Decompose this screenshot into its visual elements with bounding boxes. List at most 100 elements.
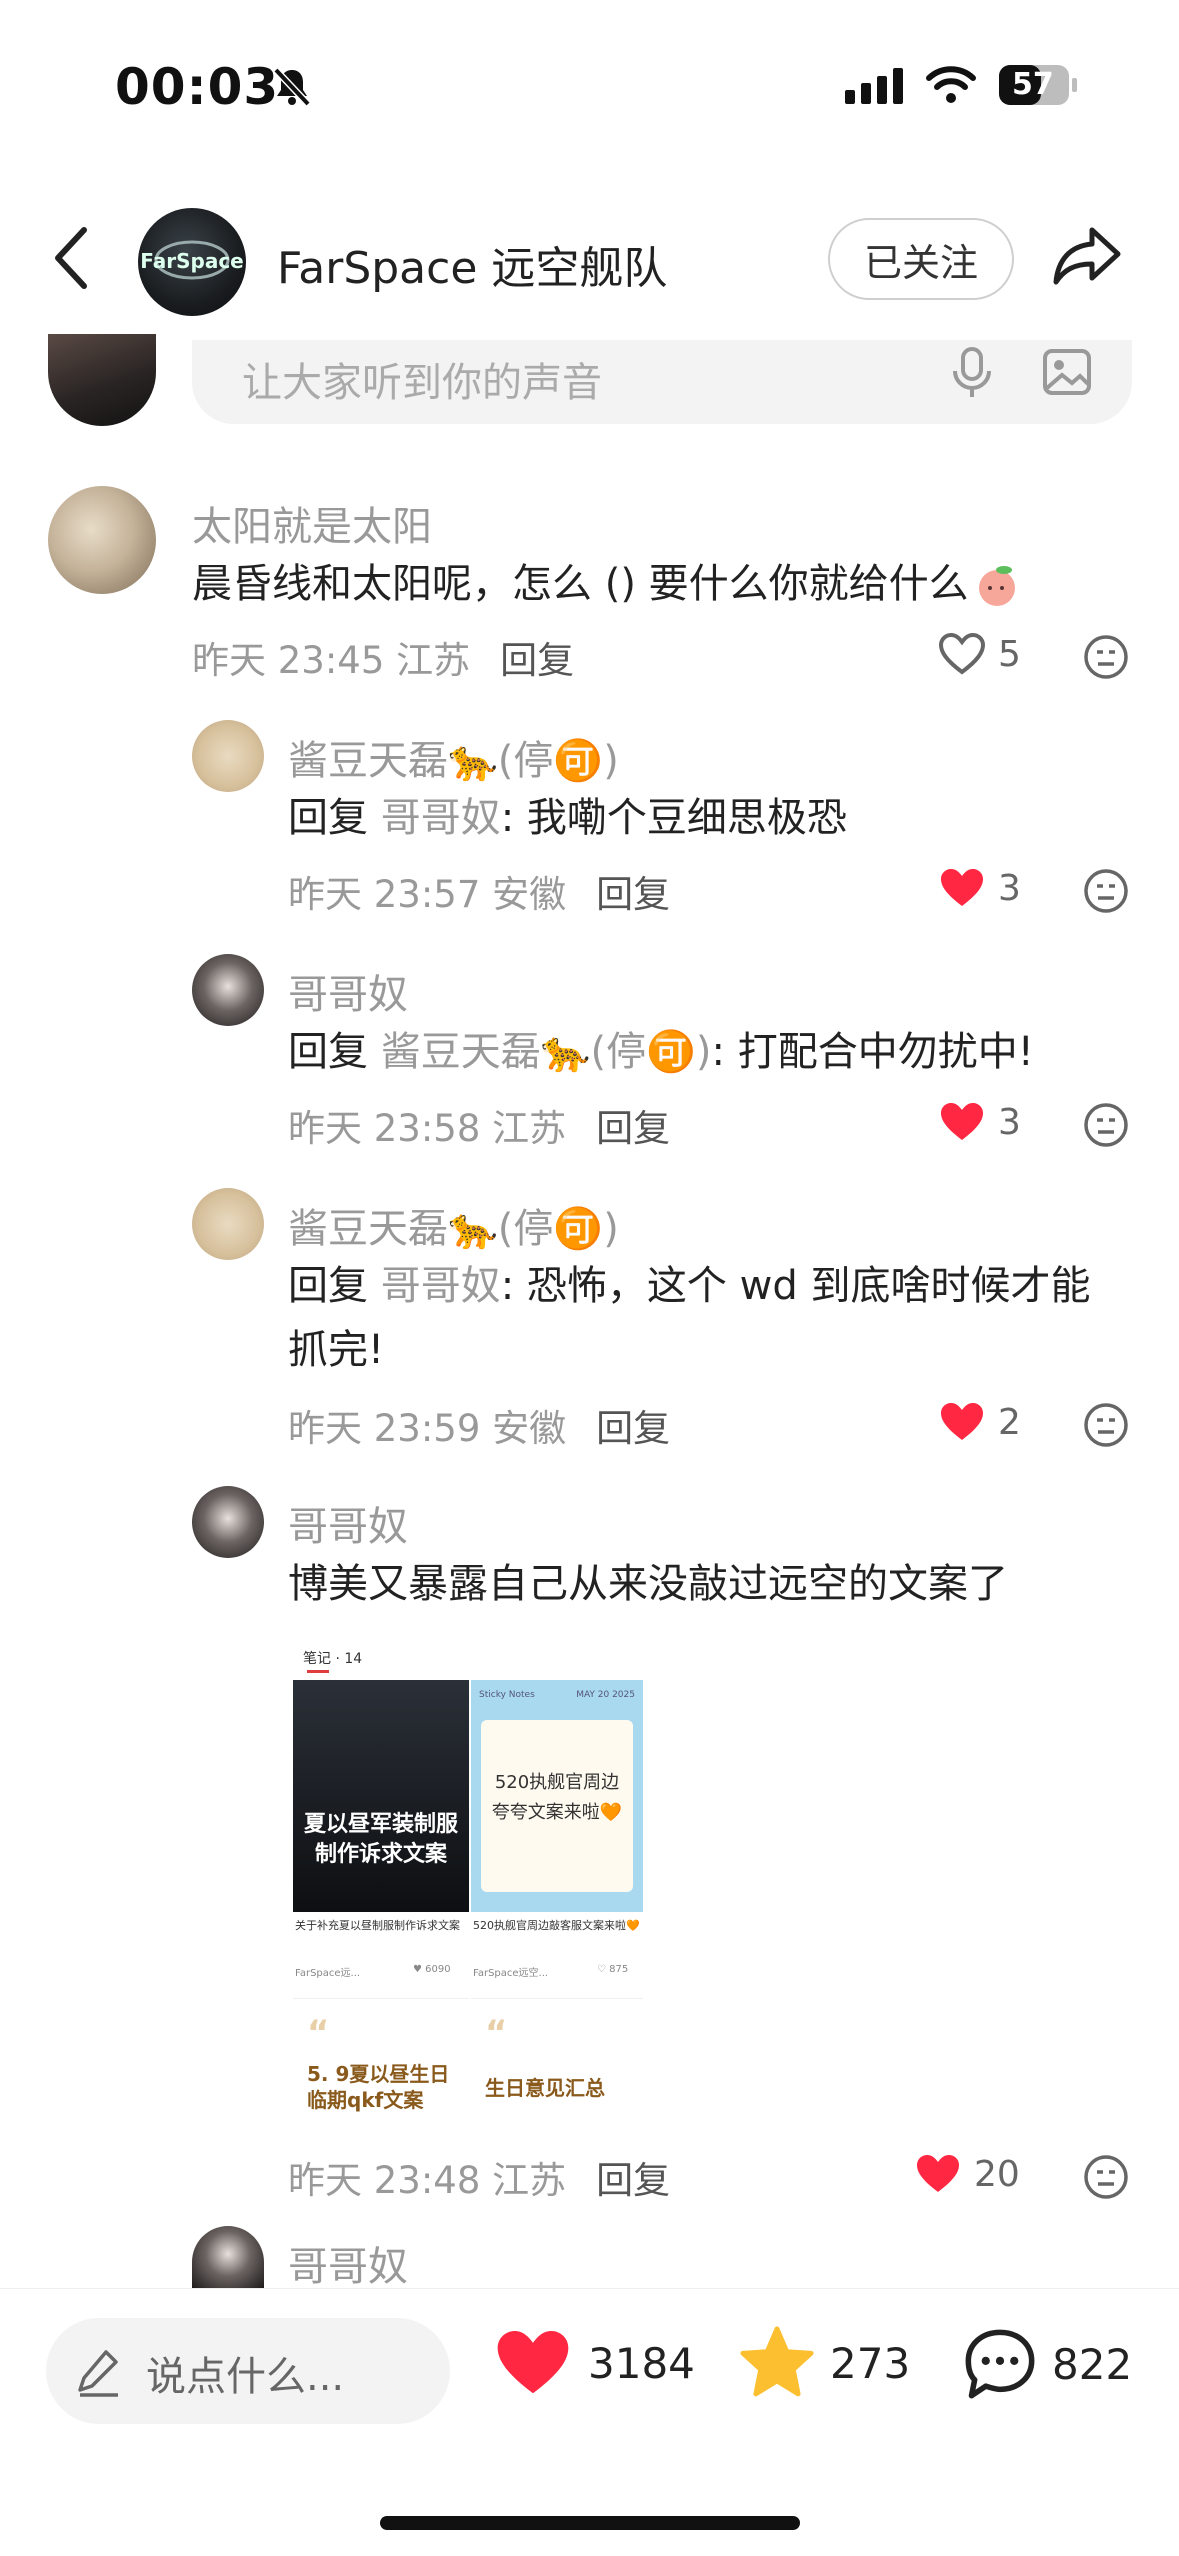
commenter-avatar[interactable] [192,2226,264,2288]
commenter-avatar[interactable] [192,954,264,1026]
note-card-likes: ♡ 875 [597,1964,629,1975]
post-comment-count: 822 [1052,2339,1133,2389]
note-card-author: FarSpace远... [295,1968,361,1979]
peach-emoji-icon [973,562,1021,610]
like-button[interactable]: 3 [938,1100,1021,1144]
commenter-avatar[interactable] [192,1188,264,1260]
reply-prefix: 回复 [288,795,368,841]
post-like-count: 3184 [588,2338,695,2388]
quote-mark-icon: “ [307,2013,330,2053]
comment-post-button[interactable]: 822 [962,2326,1132,2402]
commenter-name[interactable]: 太阳就是太阳 [192,494,432,552]
share-icon[interactable] [1052,224,1122,292]
comment-bubble-icon [965,2329,1035,2399]
reply-button[interactable]: 回复 [596,2159,670,2202]
like-post-button[interactable]: 3184 [492,2326,695,2400]
heart-filled-icon [941,869,983,906]
note-card-caption: 关于补充夏以昼制服制作诉求文案 [295,1919,460,1932]
heart-filled-icon [941,1103,983,1140]
note-card-like-count: 875 [609,1964,629,1975]
comment-time: 昨天 23:57 安徽 [288,873,567,916]
note-card-title: 生日意见汇总 [485,2076,605,2100]
reply-prefix: 回复 [288,1029,368,1075]
note-card-cover: Sticky Notes MAY 20 2025 520执舰官周边夸夸文案来啦🧡 [471,1680,643,1912]
note-card-cover: “ 生日意见汇总 [471,1998,643,2128]
dislike-face-icon[interactable] [1083,1102,1129,1148]
heart-filled-icon [917,2155,959,2192]
quote-mark-icon: “ [485,2013,508,2053]
note-card-title: 5. 9夏以昼生日临期qkf文案 [307,2062,450,2112]
heart-outline-icon [938,632,986,675]
like-count: 3 [998,1101,1021,1143]
note-card-like-count: 6090 [425,1964,451,1975]
note-card-likes: ♥ 6090 [413,1964,451,1975]
comment-time: 昨天 23:48 江苏 [288,2159,567,2202]
my-avatar [48,334,156,426]
comment-meta: 昨天 23:57 安徽 回复 [288,864,670,918]
like-button[interactable]: 5 [938,632,1021,676]
commenter-avatar[interactable] [192,720,264,792]
back-button[interactable] [52,226,92,294]
like-button[interactable]: 20 [914,2152,1020,2196]
comment-text: 博美又暴露自己从来没敲过远空的文案了 [288,1561,1008,1607]
reply-button[interactable]: 回复 [500,639,574,682]
comment-image-notes[interactable]: 笔记 · 14 夏以昼军装制服制作诉求文案 Sticky Notes MAY 2… [285,1648,650,2128]
star-filled-icon [740,2326,814,2397]
say-something-placeholder: 说点什么... [146,2354,345,2400]
like-button[interactable]: 2 [938,1400,1021,1444]
comment-time: 昨天 23:58 江苏 [288,1107,567,1150]
microphone-icon[interactable] [950,345,994,405]
commenter-avatar[interactable] [192,1486,264,1558]
reply-to-name[interactable]: 哥哥奴 [381,1263,501,1309]
dislike-face-icon[interactable] [1083,634,1129,680]
silent-bell-icon [270,64,314,108]
reply-to-name[interactable]: 哥哥奴 [381,795,501,841]
sticky-notes-date: MAY 20 2025 [576,1690,635,1700]
page-title: FarSpace 远空舰队 [277,243,668,294]
comment-text-body: : 打配合中勿扰中! [711,1029,1034,1075]
wifi-icon [925,64,977,108]
comment-text-body-line2: 抓完! [288,1327,385,1373]
commenter-name[interactable]: 哥哥奴 [288,2234,408,2292]
like-button[interactable]: 3 [938,866,1021,910]
comment-time: 昨天 23:59 安徽 [288,1407,567,1450]
reply-to-name[interactable]: 酱豆天磊🐆(停🉑) [381,1029,712,1075]
heart-filled-icon [941,1403,983,1440]
like-count: 20 [974,2153,1020,2195]
like-count: 3 [998,867,1021,909]
notes-tab: 笔记 · 14 [303,1651,363,1667]
commenter-avatar[interactable] [48,486,156,594]
comment-meta: 昨天 23:45 江苏 回复 [192,630,574,684]
image-icon[interactable] [1042,348,1092,400]
dislike-face-icon[interactable] [1083,1402,1129,1448]
cellular-signal-icon [845,68,903,108]
comment-input-placeholder: 让大家听到你的声音 [242,360,602,406]
note-card-author: FarSpace远空... [473,1968,549,1979]
reply-button[interactable]: 回复 [596,873,670,916]
comment-meta: 昨天 23:48 江苏 回复 [288,2150,670,2204]
commenter-name[interactable]: 哥哥奴 [288,962,408,1020]
like-count: 5 [998,633,1021,675]
note-card-cover: “ 5. 9夏以昼生日临期qkf文案 [293,1998,469,2128]
comment-meta: 昨天 23:59 安徽 回复 [288,1398,670,1452]
post-favorite-count: 273 [830,2338,911,2388]
heart-filled-icon [497,2331,569,2394]
reply-button[interactable]: 回复 [596,1107,670,1150]
commenter-name[interactable]: 酱豆天磊🐆(停🉑) [288,1196,619,1254]
commenter-name[interactable]: 哥哥奴 [288,1494,408,1552]
comment-text-body: 晨昏线和太阳呢，怎么 () 要什么你就给什么 [192,561,969,607]
reply-button[interactable]: 回复 [596,1407,670,1450]
dislike-face-icon[interactable] [1083,2154,1129,2200]
sticky-note-paper: 520执舰官周边夸夸文案来啦🧡 [481,1720,633,1892]
svg-text:FarSpace: FarSpace [140,249,244,273]
account-avatar[interactable]: FarSpace [138,208,246,316]
follow-button[interactable]: 已关注 [828,218,1014,300]
pencil-icon [76,2346,122,2402]
commenter-name[interactable]: 酱豆天磊🐆(停🉑) [288,728,619,786]
dislike-face-icon[interactable] [1083,868,1129,914]
comment-text: 回复 酱豆天磊🐆(停🉑): 打配合中勿扰中! [288,1020,1034,1084]
home-indicator[interactable] [380,2516,800,2530]
favorite-post-button[interactable]: 273 [738,2324,910,2402]
note-card-cover: 夏以昼军装制服制作诉求文案 [293,1680,469,1912]
note-card-caption: 520执舰官周边敲客服文案来啦🧡 [473,1919,640,1932]
